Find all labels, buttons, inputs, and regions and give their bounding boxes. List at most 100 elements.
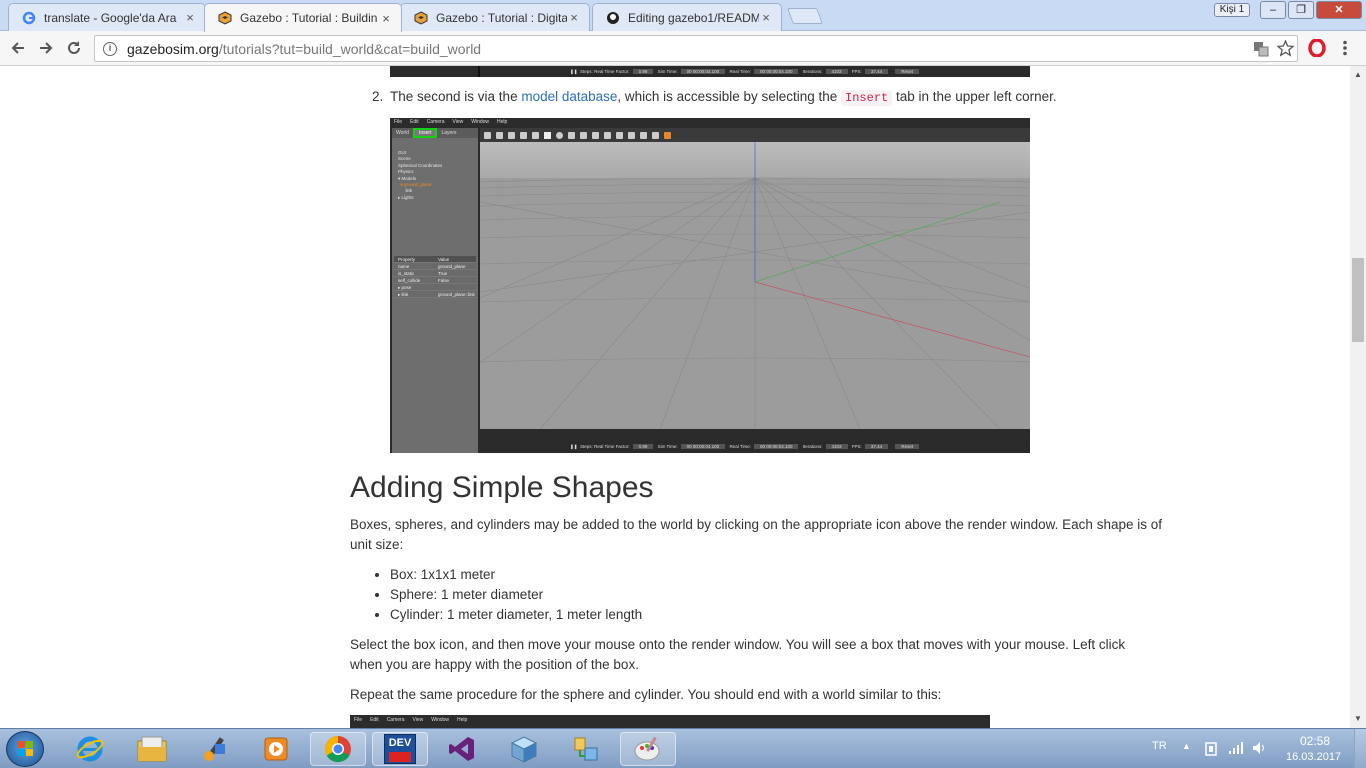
next-screenshot-top: File Edit Camera View Window Help <box>350 715 990 728</box>
language-indicator[interactable]: TR <box>1152 740 1167 752</box>
media-player-icon <box>264 737 288 761</box>
gazebo-menubar: File Edit Camera View Window Help <box>390 118 1030 126</box>
github-icon <box>605 10 621 26</box>
scrollbar-thumb[interactable] <box>1352 258 1364 342</box>
status-bar: ❚❚ Steps: Real Time Factor: 0.99 Sim Time… <box>480 66 1030 77</box>
visual-studio-icon <box>449 737 474 761</box>
tab-github-editing[interactable]: Editing gazebo1/README × <box>592 3 782 31</box>
gazebo-insert-screenshot: File Edit Camera View Window Help World Inser… <box>390 118 1030 453</box>
item2-text: The second is via the model database, wh… <box>390 87 1057 108</box>
network-tool-icon <box>574 737 598 761</box>
network-signal-icon[interactable] <box>1228 741 1244 755</box>
gazebo-toolbar <box>480 128 1030 142</box>
network-tool-taskbar[interactable] <box>558 732 614 766</box>
list-item: Cylinder: 1 meter diameter, 1 meter leng… <box>390 605 642 625</box>
gazebo-side-panel: World Insert Layers GUI Scene Spherical … <box>392 128 478 453</box>
url-text: gazebosim.org/tutorials?tut=build_world&… <box>127 41 481 57</box>
bookmark-star-icon[interactable] <box>1277 40 1294 57</box>
devcpp-icon: DEV <box>384 734 416 764</box>
scroll-down-icon[interactable]: ▼ <box>1350 712 1366 726</box>
shape-size-list: Box: 1x1x1 meter Sphere: 1 meter diamete… <box>390 565 642 625</box>
show-hidden-icons[interactable]: ▲ <box>1182 741 1191 751</box>
paint-tool-taskbar[interactable] <box>186 732 242 766</box>
forward-button[interactable] <box>34 37 58 59</box>
reload-button[interactable] <box>62 37 86 59</box>
internet-explorer-taskbar[interactable] <box>62 732 118 766</box>
url-path: /tutorials?tut=build_world&cat=build_wor… <box>218 40 482 57</box>
close-tab-icon[interactable]: × <box>183 10 197 25</box>
back-button[interactable] <box>6 37 30 59</box>
address-bar[interactable]: i gazebosim.org/tutorials?tut=build_worl… <box>94 35 1298 62</box>
device-icon[interactable] <box>1204 741 1218 757</box>
restore-button[interactable]: ❐ <box>1288 1 1314 19</box>
gazebo-menubar: File Edit Camera View Window Help <box>350 715 990 728</box>
chrome-icon <box>324 735 351 763</box>
opera-extension-icon[interactable] <box>1308 39 1326 57</box>
info-icon[interactable]: i <box>103 41 117 56</box>
translate-icon[interactable] <box>1253 41 1269 57</box>
insert-tab-highlight: Insert <box>412 128 438 138</box>
paragraph-repeat: Repeat the same procedure for the sphere… <box>350 687 942 702</box>
list-item: Sphere: 1 meter diameter <box>390 585 642 605</box>
browser-toolbar: i gazebosim.org/tutorials?tut=build_worl… <box>0 31 1366 66</box>
tab-title: Gazebo : Tutorial : Buildin <box>240 11 378 25</box>
profile-button[interactable]: Kişi 1 <box>1214 3 1250 17</box>
close-tab-icon[interactable]: × <box>759 10 773 25</box>
reload-icon <box>68 41 80 54</box>
start-button[interactable] <box>6 731 44 767</box>
scroll-up-icon[interactable]: ▲ <box>1350 68 1366 82</box>
show-desktop-button[interactable] <box>1354 729 1366 768</box>
tab-title: Editing gazebo1/README <box>628 10 759 25</box>
media-player-taskbar[interactable] <box>248 732 304 766</box>
windows-taskbar: DEV TR ▲ 02:58 16.03.2017 <box>0 728 1366 768</box>
tab-google-search[interactable]: translate - Google'da Ara × <box>8 3 206 31</box>
internet-explorer-icon <box>76 736 104 762</box>
previous-screenshot-bottom: ❚❚ Steps: Real Time Factor: 0.99 Sim Time… <box>390 66 1030 77</box>
folder-icon <box>137 736 167 762</box>
paint-palette-icon <box>634 736 660 761</box>
new-tab-button[interactable] <box>787 8 823 24</box>
volume-icon[interactable] <box>1252 741 1268 755</box>
3d-box-icon <box>510 736 538 763</box>
url-domain: gazebosim.org <box>127 40 219 57</box>
item2-middle: , which is accessible by selecting the <box>617 89 842 104</box>
brush-icon <box>204 737 225 761</box>
gazebo-render-window <box>480 142 1030 441</box>
clock-time[interactable]: 02:58 <box>1300 734 1330 748</box>
paint-taskbar[interactable] <box>620 732 676 766</box>
list-item: Box: 1x1x1 meter <box>390 565 642 585</box>
windows-logo-icon <box>18 741 33 756</box>
close-window-button[interactable]: ✕ <box>1316 1 1362 19</box>
tab-title: Gazebo : Tutorial : Digita <box>436 10 567 25</box>
item2-before: The second is via the <box>390 89 522 104</box>
tab-gazebo-digital[interactable]: Gazebo : Tutorial : Digita × <box>400 3 590 31</box>
explorer-taskbar[interactable] <box>124 732 180 766</box>
visual-studio-taskbar[interactable] <box>434 732 490 766</box>
minimize-button[interactable]: – <box>1260 1 1286 19</box>
paragraph-box-instructions: Select the box icon, and then move your … <box>350 637 1126 672</box>
google-icon <box>21 10 37 26</box>
item2-after: tab in the upper left corner. <box>892 89 1057 104</box>
insert-code: Insert <box>841 90 893 106</box>
screen: { "browser": { "tabs": [ {"title": "tran… <box>0 0 1366 768</box>
page-scrollbar[interactable]: ▲ ▼ <box>1350 66 1366 728</box>
tab-title: translate - Google'da Ara <box>44 10 177 25</box>
3d-box-app-taskbar[interactable] <box>496 732 552 766</box>
tab-strip: translate - Google'da Ara × Gazebo : Tut… <box>0 0 1366 32</box>
tab-gazebo-building[interactable]: Gazebo : Tutorial : Buildin × <box>204 3 402 32</box>
gazebo-icon <box>413 10 429 26</box>
gazebo-world-tree: GUI Scene Spherical Coordinates Physics … <box>398 150 443 200</box>
clock-date[interactable]: 16.03.2017 <box>1286 751 1341 763</box>
gazebo-icon <box>217 10 233 26</box>
chrome-taskbar[interactable] <box>310 732 366 766</box>
close-tab-icon[interactable]: × <box>567 10 581 25</box>
devcpp-taskbar[interactable]: DEV <box>372 732 428 766</box>
chrome-menu-icon[interactable] <box>1342 40 1348 56</box>
model-database-link[interactable]: model database <box>521 89 617 104</box>
dev-label: DEV <box>388 737 412 749</box>
forward-arrow-icon <box>40 42 53 54</box>
close-tab-icon[interactable]: × <box>379 11 393 26</box>
section-heading: Adding Simple Shapes <box>350 471 654 504</box>
gazebo-side-tabs: World Insert Layers <box>392 128 478 138</box>
gazebo-property-table: Property Value name ground_plane is_static… <box>394 256 476 298</box>
